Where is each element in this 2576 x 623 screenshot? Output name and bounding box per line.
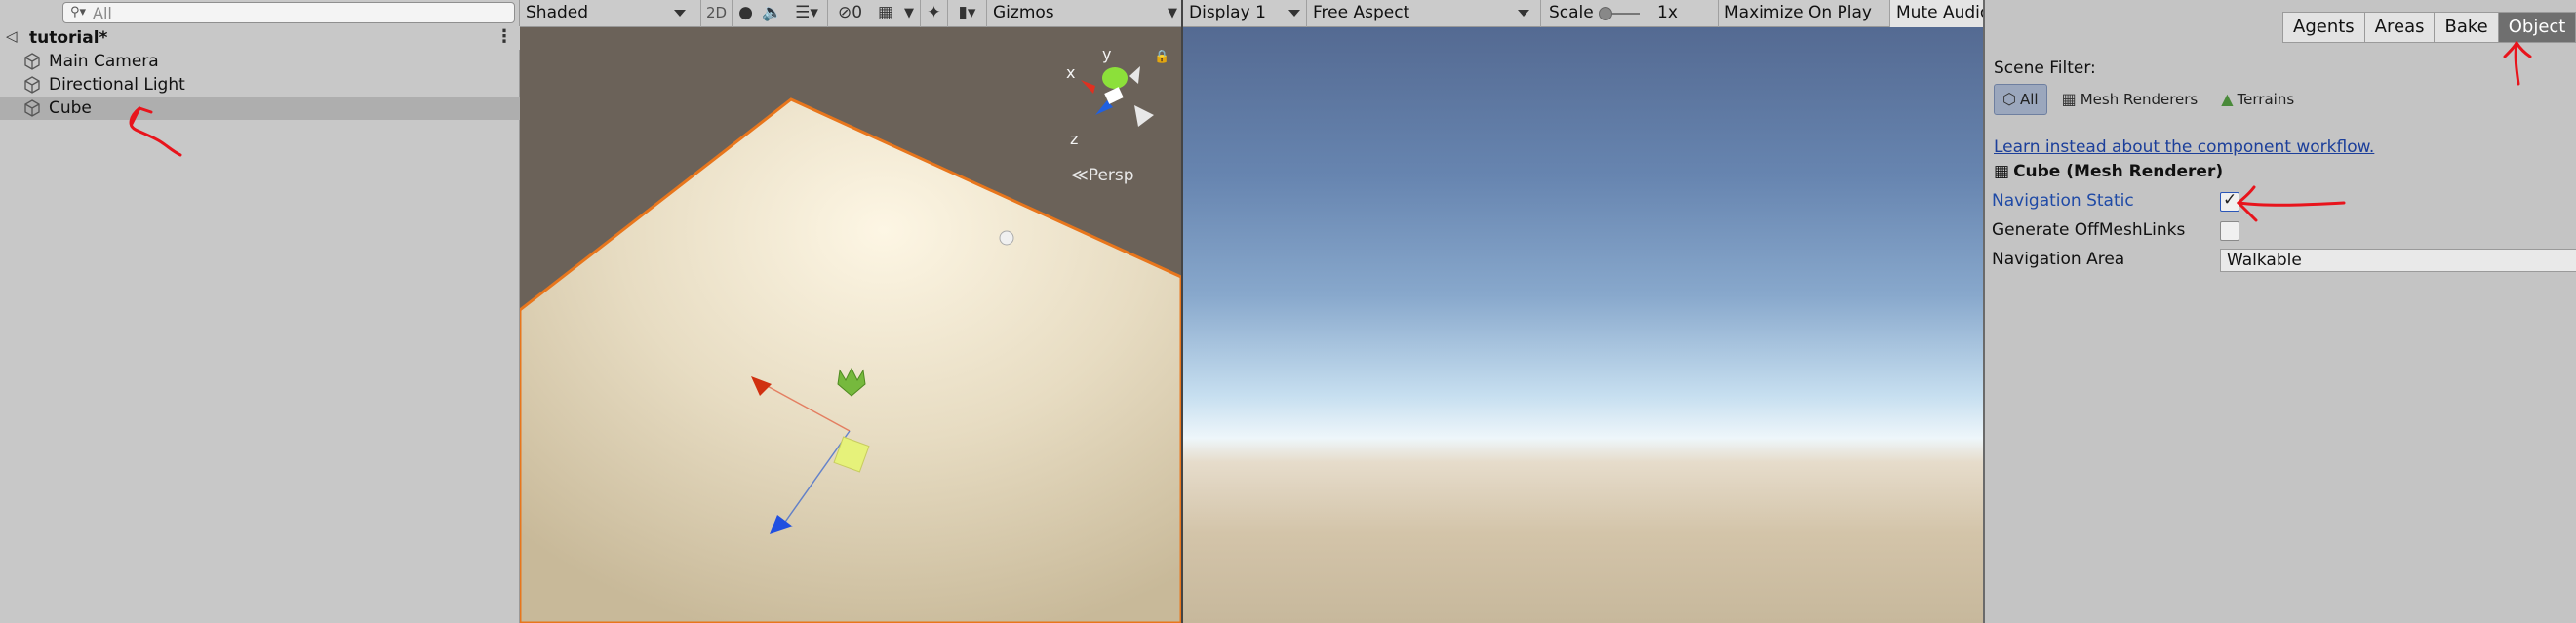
grid-toggle-icon[interactable]: ▦ <box>872 0 899 27</box>
game-viewport[interactable] <box>1183 27 1983 623</box>
scale-value: 1x <box>1657 3 1678 22</box>
scale-label: Scale <box>1540 0 1594 27</box>
navigation-static-label: Navigation Static <box>1992 191 2134 211</box>
projection-label[interactable]: ≪Persp <box>1071 166 1134 185</box>
chevron-down-icon[interactable]: ▼ <box>899 0 919 27</box>
scene-root-row[interactable]: ◁ tutorial* ⋮ <box>0 26 520 50</box>
navigation-area-dropdown[interactable]: Walkable <box>2220 249 2576 272</box>
hierarchy-item-cube[interactable]: Cube <box>0 97 520 120</box>
component-header: ▦ Cube (Mesh Renderer) <box>1994 162 2223 181</box>
audio-toggle-icon[interactable]: 🔈 <box>759 0 786 27</box>
generate-offmeshlinks-checkbox[interactable] <box>2220 221 2239 241</box>
component-title: Cube (Mesh Renderer) <box>2013 162 2224 181</box>
2d-toggle-button[interactable]: 2D <box>700 0 732 27</box>
hierarchy-panel: ⚲▾ All ◁ tutorial* ⋮ Main Camera Directi… <box>0 0 520 623</box>
scene-filter-label: Scene Filter: <box>1994 58 2096 78</box>
chevron-down-icon[interactable]: ▼ <box>1164 0 1181 27</box>
navigation-area-row: Navigation Area Walkable <box>1992 247 2576 272</box>
mesh-grid-icon: ▦ <box>2061 90 2077 108</box>
projection-mode: Persp <box>1088 166 1134 185</box>
hierarchy-search-input[interactable]: ⚲▾ All <box>62 2 515 23</box>
gizmo-axis-x: x <box>1066 63 1075 82</box>
camera-dropdown-icon[interactable]: ▮▾ <box>947 0 986 27</box>
scene-name: tutorial* <box>29 28 108 48</box>
gameobject-cube-icon <box>24 76 40 94</box>
generate-offmeshlinks-row: Generate OffMeshLinks <box>1992 217 2576 243</box>
hierarchy-item-main-camera[interactable]: Main Camera <box>0 50 520 73</box>
gameobject-cube-icon <box>24 99 40 117</box>
component-workflow-link[interactable]: Learn instead about the component workfl… <box>1994 137 2374 157</box>
tools-icon[interactable]: ✦ <box>920 0 947 27</box>
chevron-down-icon <box>1518 10 1529 17</box>
light-gizmo-icon <box>999 230 1014 246</box>
lighting-toggle-icon[interactable]: ● <box>732 0 759 27</box>
search-icon: ⚲▾ <box>70 5 87 19</box>
hidden-objects-count: 0 <box>852 3 863 22</box>
hierarchy-item-label: Cube <box>49 98 92 118</box>
hierarchy-item-label: Main Camera <box>49 52 159 71</box>
filter-mesh-renderers-button[interactable]: ▦ Mesh Renderers <box>2053 84 2207 115</box>
unity-scene-icon: ◁ <box>6 27 18 45</box>
maximize-on-play-button[interactable]: Maximize On Play <box>1718 0 1885 27</box>
annotation-arrow-icon <box>2503 41 2532 86</box>
display-label: Display 1 <box>1189 3 1266 22</box>
filter-terrains-button[interactable]: ▲ Terrains <box>2212 84 2303 115</box>
shading-mode-dropdown[interactable]: Shaded <box>526 0 694 27</box>
annotation-arrow-icon <box>129 106 182 157</box>
cube-icon: ⬡ <box>2002 90 2016 108</box>
gizmos-label: Gizmos <box>993 3 1054 22</box>
navigation-area-label: Navigation Area <box>1992 250 2125 269</box>
scene-view: Shaded 2D ● 🔈 ☰▾ ⊘0 ▦ ▼ ✦ ▮▾ Gizmos ▼ y … <box>520 0 1181 623</box>
mute-audio-label: Mute Audio <box>1896 3 1983 22</box>
generate-offmeshlinks-label: Generate OffMeshLinks <box>1992 220 2186 240</box>
annotation-arrow-icon <box>2236 185 2346 222</box>
maximize-on-play-label: Maximize On Play <box>1724 3 1872 22</box>
chevron-down-icon <box>1288 10 1300 17</box>
tab-bake[interactable]: Bake <box>2434 12 2499 43</box>
tab-areas[interactable]: Areas <box>2363 12 2436 43</box>
aspect-dropdown[interactable]: Free Aspect <box>1306 0 1535 27</box>
2d-toggle-label: 2D <box>705 4 728 21</box>
scale-slider[interactable] <box>1597 0 1642 27</box>
navigation-panel: Agents Areas Bake Object Scene Filter: ⬡… <box>1983 0 2576 623</box>
lock-icon[interactable]: 🔒 <box>1154 50 1169 64</box>
gizmo-axis-z: z <box>1070 130 1078 148</box>
filter-all-label: All <box>2019 91 2039 108</box>
shading-mode-label: Shaded <box>526 3 589 22</box>
kebab-menu-icon[interactable]: ⋮ <box>495 26 513 47</box>
scene-viewport[interactable]: y x z 🔒 <box>520 27 1181 623</box>
gizmos-dropdown[interactable]: Gizmos <box>986 0 1066 27</box>
hierarchy-item-label: Directional Light <box>49 75 185 95</box>
scene-filter-group: ⬡ All ▦ Mesh Renderers ▲ Terrains <box>1994 84 2309 115</box>
scene-toolbar: Shaded 2D ● 🔈 ☰▾ ⊘0 ▦ ▼ ✦ ▮▾ Gizmos ▼ <box>520 0 1181 27</box>
mesh-grid-icon: ▦ <box>1994 162 2010 181</box>
gameobject-cube-icon <box>24 53 40 70</box>
mute-audio-button[interactable]: Mute Audio <box>1889 0 1983 27</box>
effects-dropdown-icon[interactable]: ☰▾ <box>786 0 827 27</box>
hidden-objects-toggle[interactable]: ⊘0 <box>827 0 872 27</box>
tab-agents[interactable]: Agents <box>2282 12 2365 43</box>
aspect-label: Free Aspect <box>1313 3 1410 22</box>
filter-mesh-renderers-label: Mesh Renderers <box>2080 91 2199 108</box>
filter-terrains-label: Terrains <box>2237 91 2295 108</box>
chevron-down-icon <box>674 10 686 17</box>
game-view: Display 1 Free Aspect Scale 1x Maximize … <box>1181 0 1983 623</box>
search-placeholder: All <box>93 4 112 22</box>
hierarchy-item-directional-light[interactable]: Directional Light <box>0 73 520 97</box>
filter-all-button[interactable]: ⬡ All <box>1994 84 2047 115</box>
gizmo-axis-y: y <box>1102 45 1111 63</box>
terrain-icon: ▲ <box>2221 90 2234 108</box>
game-toolbar: Display 1 Free Aspect Scale 1x Maximize … <box>1183 0 1983 27</box>
display-dropdown[interactable]: Display 1 <box>1189 0 1304 27</box>
